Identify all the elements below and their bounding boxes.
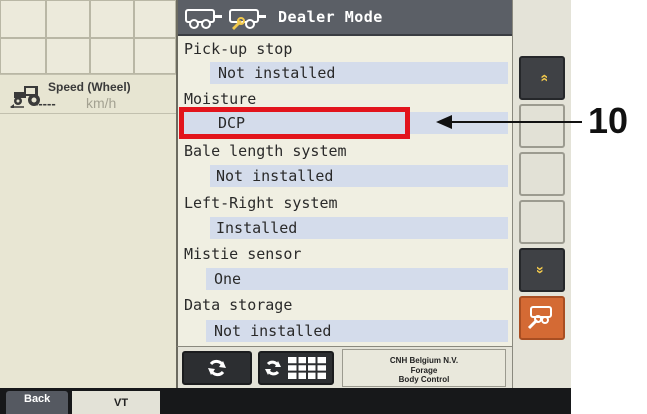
scroll-up-button[interactable]: » xyxy=(519,56,565,100)
refresh-grid-button[interactable] xyxy=(258,351,334,385)
speed-label: Speed (Wheel) xyxy=(48,80,131,94)
speed-value: ----- xyxy=(34,96,56,111)
scroll-down-icon: » xyxy=(533,266,549,274)
grid-cell[interactable] xyxy=(46,0,90,38)
param-label-data-storage: Data storage xyxy=(184,296,293,314)
dealer-mode-panel: Dealer Mode Pick-up stop Not installed M… xyxy=(176,0,514,346)
param-label-bale-length: Bale length system xyxy=(184,142,347,160)
param-label-left-right: Left-Right system xyxy=(184,194,338,212)
param-label-pickup-stop: Pick-up stop xyxy=(184,40,293,58)
param-value-pickup-stop[interactable]: Not installed xyxy=(210,62,508,84)
company-info-box: CNH Belgium N.V. Forage Body Control xyxy=(342,349,506,387)
grid-cell[interactable] xyxy=(46,38,90,74)
panel-header: Dealer Mode xyxy=(178,0,514,36)
refresh-icon xyxy=(208,359,226,377)
terminal-screen: Speed (Wheel) ----- km/h Dealer Mode Pic… xyxy=(0,0,571,414)
vt-tab-label: VT xyxy=(104,397,139,409)
bottom-toolbar: CNH Belgium N.V. Forage Body Control xyxy=(176,346,512,388)
baler-settings-icon xyxy=(229,9,266,30)
company-name: CNH Belgium N.V. xyxy=(389,356,459,365)
settings-icon xyxy=(527,306,552,330)
refresh-grid-icon xyxy=(265,357,326,379)
grid-cell[interactable] xyxy=(134,38,176,74)
softkey-blank-2[interactable] xyxy=(519,152,565,196)
figure: Speed (Wheel) ----- km/h Dealer Mode Pic… xyxy=(0,0,647,414)
softkey-blank-3[interactable] xyxy=(519,200,565,244)
scroll-up-icon: » xyxy=(535,74,551,82)
callout-number: 10 xyxy=(588,100,629,141)
param-label-mistie: Mistie sensor xyxy=(184,245,302,263)
settings-button[interactable] xyxy=(519,296,565,340)
refresh-button[interactable] xyxy=(182,351,252,385)
grid-cell[interactable] xyxy=(0,38,46,74)
grid-cell[interactable] xyxy=(0,0,46,38)
grid-cell[interactable] xyxy=(134,0,176,38)
baler-icon xyxy=(185,9,222,29)
callout-arrow xyxy=(436,115,582,129)
scroll-down-button[interactable]: » xyxy=(519,248,565,292)
grid-cell[interactable] xyxy=(90,0,134,38)
back-tab-label: Back xyxy=(24,393,51,405)
speed-unit: km/h xyxy=(86,95,117,111)
company-division: Forage xyxy=(410,366,438,375)
grid-cell[interactable] xyxy=(90,38,134,74)
left-grid-panel: Speed (Wheel) ----- km/h xyxy=(0,0,176,388)
param-value-bale-length[interactable]: Not installed xyxy=(210,165,508,187)
softkey-column: » » xyxy=(512,0,571,388)
page-title: Dealer Mode xyxy=(278,8,383,26)
company-module: Body Control xyxy=(398,375,450,384)
param-value-data-storage[interactable]: Not installed xyxy=(206,320,508,342)
param-value-left-right[interactable]: Installed xyxy=(210,217,508,239)
highlight-box xyxy=(179,107,410,139)
param-label-moisture: Moisture xyxy=(184,90,257,108)
param-value-mistie[interactable]: One xyxy=(206,268,508,290)
